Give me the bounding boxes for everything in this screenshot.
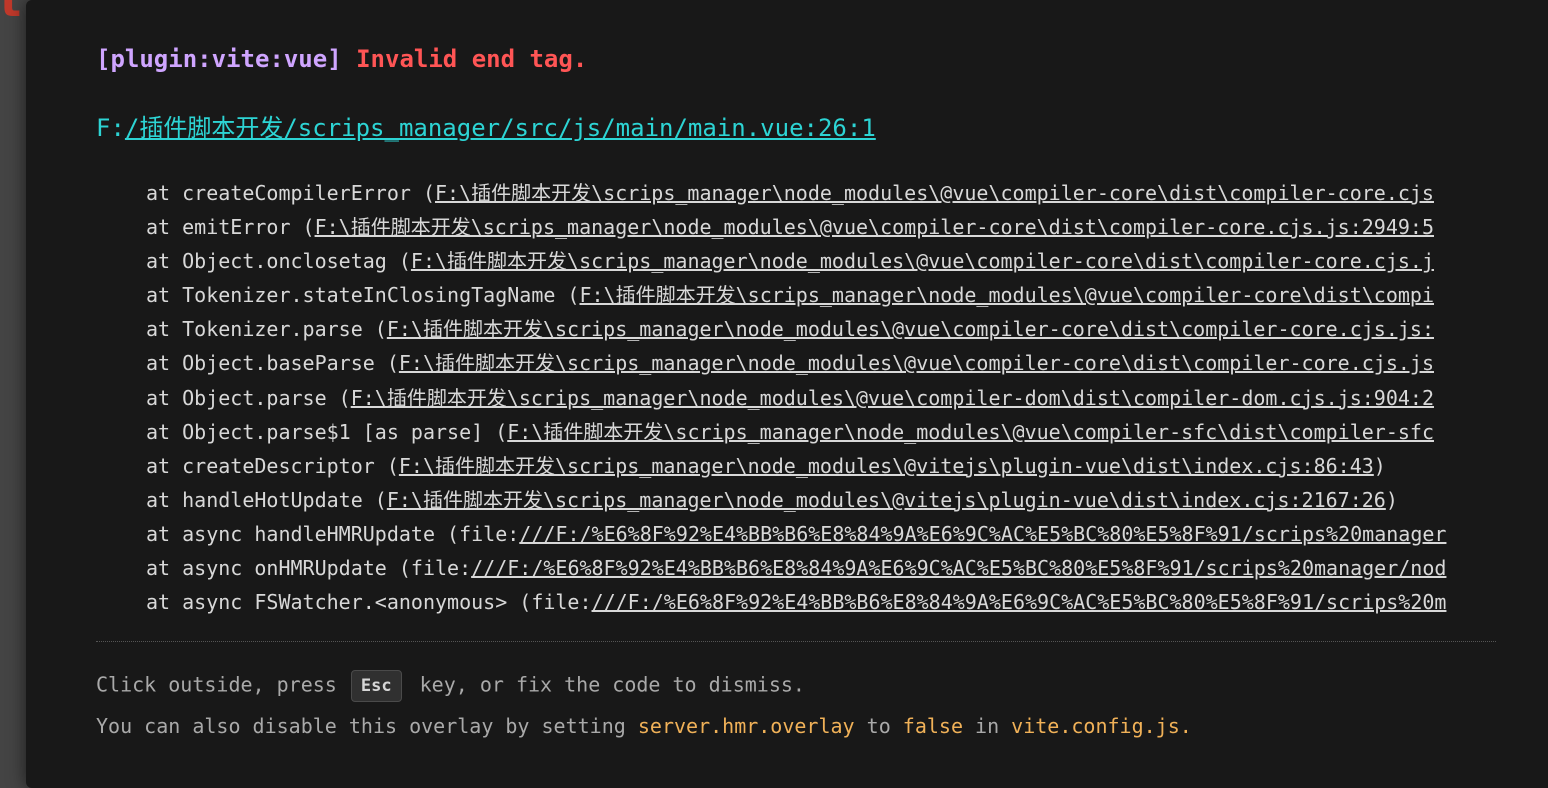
stack-frame-location-link[interactable]: F:\插件脚本开发\scrips_manager\node_modules\@v… [399, 351, 1434, 375]
config-file-code: vite.config.js. [1011, 714, 1192, 738]
stack-frame-function: at Tokenizer.parse ( [146, 317, 387, 342]
tip-text-before-key: Click outside, press [96, 672, 349, 697]
stack-frame: at createDescriptor (F:\插件脚本开发\scrips_ma… [146, 449, 1496, 483]
stack-frame-function: at async handleHMRUpdate (file: [146, 521, 520, 546]
background-page-fragment: t [0, 0, 24, 22]
stack-frame: at createCompilerError (F:\插件脚本开发\scrips… [146, 176, 1496, 210]
file-drive-prefix: F: [96, 114, 125, 142]
stack-frame-location-link[interactable]: ///F:/%E6%8F%92%E4%BB%B6%E8%84%9A%E6%9C%… [471, 556, 1446, 580]
file-link[interactable]: /插件脚本开发/scrips_manager/src/js/main/main.… [125, 114, 876, 142]
dismiss-tip: Click outside, press Esc key, or fix the… [96, 670, 805, 702]
error-overlay-window: [plugin:vite:vue] Invalid end tag. F:/插件… [26, 0, 1548, 788]
config-value-code: false [902, 714, 963, 738]
stack-frame: at Object.baseParse (F:\插件脚本开发\scrips_ma… [146, 346, 1496, 380]
config-key-code: server.hmr.overlay [637, 714, 855, 738]
stack-trace: at createCompilerError (F:\插件脚本开发\scrips… [146, 176, 1496, 619]
stack-frame-location-link[interactable]: F:\插件脚本开发\scrips_manager\node_modules\@v… [399, 454, 1374, 478]
stack-frame-location-link[interactable]: F:\插件脚本开发\scrips_manager\node_modules\@v… [351, 386, 1434, 410]
stack-frame-function: at emitError ( [146, 215, 315, 240]
stack-frame: at Tokenizer.stateInClosingTagName (F:\插… [146, 278, 1496, 312]
divider [96, 641, 1496, 642]
stack-frame-function: at Object.baseParse ( [146, 351, 399, 376]
stack-frame-function: at handleHotUpdate ( [146, 487, 387, 512]
stack-frame-location-link[interactable]: F:\插件脚本开发\scrips_manager\node_modules\@v… [435, 181, 1434, 205]
stack-frame-location-link[interactable]: ///F:/%E6%8F%92%E4%BB%B6%E8%84%9A%E6%9C%… [519, 522, 1446, 546]
error-file: F:/插件脚本开发/scrips_manager/src/js/main/mai… [96, 113, 876, 143]
stack-frame-location-link[interactable]: F:\插件脚本开发\scrips_manager\node_modules\@v… [387, 488, 1386, 512]
stack-frame: at async handleHMRUpdate (file:///F:/%E6… [146, 517, 1496, 551]
stack-frame-function: at async onHMRUpdate (file: [146, 556, 472, 581]
stack-frame: at Object.parse$1 [as parse] (F:\插件脚本开发\… [146, 415, 1496, 449]
stack-frame-location-link[interactable]: F:\插件脚本开发\scrips_manager\node_modules\@v… [507, 420, 1434, 444]
tip-text: You can also disable this overlay by set… [96, 714, 638, 738]
error-message: [plugin:vite:vue] Invalid end tag. [96, 44, 587, 74]
tip-text-after-key: key, or fix the code to dismiss. [407, 672, 805, 697]
stack-frame-location-link[interactable]: F:\插件脚本开发\scrips_manager\node_modules\@v… [387, 317, 1434, 341]
esc-key-badge: Esc [350, 670, 402, 702]
stack-frame: at async onHMRUpdate (file:///F:/%E6%8F%… [146, 551, 1496, 585]
stack-frame-function: at Object.onclosetag ( [146, 249, 411, 274]
stack-frame-function: at createDescriptor ( [146, 453, 399, 478]
plugin-name: [plugin:vite:vue] [96, 45, 342, 73]
stack-frame-suffix: ) [1385, 487, 1398, 512]
stack-frame-function: at Object.parse ( [146, 385, 351, 410]
tip-text: to [854, 714, 903, 738]
stack-frame: at Object.parse (F:\插件脚本开发\scrips_manage… [146, 381, 1496, 415]
stack-frame-function: at createCompilerError ( [146, 181, 435, 205]
stack-frame-function: at async FSWatcher.<anonymous> (file: [146, 590, 592, 615]
stack-frame-location-link[interactable]: F:\插件脚本开发\scrips_manager\node_modules\@v… [579, 283, 1434, 307]
error-message-text: Invalid end tag. [356, 45, 588, 73]
stack-frame-function: at Object.parse$1 [as parse] ( [146, 419, 508, 444]
stack-frame-location-link[interactable]: F:\插件脚本开发\scrips_manager\node_modules\@v… [315, 215, 1434, 239]
stack-frame: at emitError (F:\插件脚本开发\scrips_manager\n… [146, 210, 1496, 244]
tip-text: in [963, 714, 1012, 738]
stack-frame-function: at Tokenizer.stateInClosingTagName ( [146, 283, 580, 308]
disable-overlay-tip: You can also disable this overlay by set… [96, 712, 1192, 740]
stack-frame: at Tokenizer.parse (F:\插件脚本开发\scrips_man… [146, 312, 1496, 346]
stack-frame-suffix: ) [1373, 453, 1386, 478]
stack-frame: at handleHotUpdate (F:\插件脚本开发\scrips_man… [146, 483, 1496, 517]
stack-frame: at Object.onclosetag (F:\插件脚本开发\scrips_m… [146, 244, 1496, 278]
stack-frame: at async FSWatcher.<anonymous> (file:///… [146, 585, 1496, 619]
stack-frame-location-link[interactable]: ///F:/%E6%8F%92%E4%BB%B6%E8%84%9A%E6%9C%… [592, 590, 1447, 614]
stack-frame-location-link[interactable]: F:\插件脚本开发\scrips_manager\node_modules\@v… [411, 249, 1434, 273]
